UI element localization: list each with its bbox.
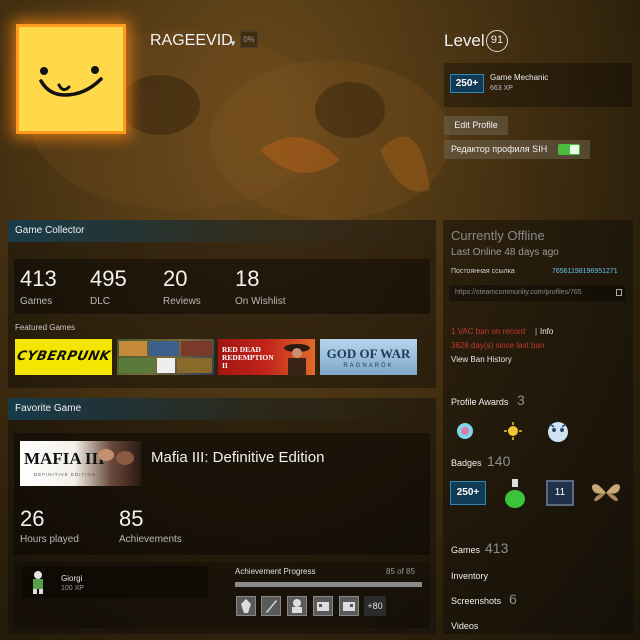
- dlc-label: DLC: [90, 296, 111, 307]
- level-badge[interactable]: 91: [486, 30, 508, 52]
- achievement-progress-count: 85 of 85: [386, 567, 415, 576]
- mafia-cover-subtitle: DEFINITIVE EDITION: [34, 472, 97, 477]
- achievement-thumb-icon[interactable]: [261, 596, 281, 616]
- hours-played-label: Hours played: [20, 534, 79, 545]
- steam-id-link[interactable]: 76561198196951271: [552, 268, 618, 275]
- games-label: Games: [20, 296, 53, 307]
- username[interactable]: RAGEEVID: [150, 32, 233, 50]
- mafia-3-cover[interactable]: MAFIA III DEFINITIVE EDITION: [20, 441, 141, 486]
- edit-profile-button[interactable]: Edit Profile: [444, 116, 508, 135]
- view-ban-history-link[interactable]: View Ban History: [451, 355, 512, 364]
- vac-ban-text: 1 VAC ban on record: [451, 327, 526, 336]
- dlc-count[interactable]: 495: [90, 266, 127, 292]
- award-sun-icon[interactable]: [503, 421, 523, 441]
- award-bubble-icon[interactable]: [455, 421, 475, 441]
- achievement-progress-label: Achievement Progress: [235, 567, 316, 576]
- featured-game-god-of-war[interactable]: GOD OF WAR RAGNARÖK: [320, 339, 417, 375]
- achievement-figure-icon: [33, 571, 43, 594]
- achievement-name: Giorgi: [61, 574, 83, 583]
- featured-game-cyberpunk[interactable]: CYBERPUNK: [15, 339, 112, 375]
- games-link[interactable]: Games: [451, 545, 480, 555]
- wishlist-count[interactable]: 18: [235, 266, 259, 292]
- chevron-down-icon[interactable]: ▼: [229, 39, 237, 48]
- vac-separator: |: [535, 327, 538, 336]
- profile-awards-count: 3: [517, 392, 525, 408]
- days-since-ban: 3628 day(s) since last ban: [451, 341, 545, 350]
- gta-v-collage-icon: [119, 341, 212, 373]
- profile-url-field[interactable]: https://steamcommunity.com/profiles/765: [449, 285, 625, 301]
- character-face-icon: [98, 449, 114, 461]
- achievement-progress-track: [235, 582, 422, 587]
- featured-games-label: Featured Games: [15, 323, 76, 332]
- copy-icon[interactable]: [616, 289, 622, 296]
- reviews-label: Reviews: [163, 296, 201, 307]
- favorite-game-title[interactable]: Mafia III: Definitive Edition: [151, 449, 324, 466]
- smiley-face-icon: [39, 66, 103, 97]
- achievement-thumb-icon[interactable]: [339, 596, 359, 616]
- badge-potion-icon[interactable]: [502, 477, 528, 509]
- badge-250-tile[interactable]: 250+: [450, 481, 486, 505]
- more-achievements-button[interactable]: +80: [364, 596, 386, 616]
- screenshots-link[interactable]: Screenshots: [451, 596, 501, 606]
- achievement-thumb-icon[interactable]: [236, 596, 256, 616]
- screenshots-count: 6: [509, 591, 517, 607]
- games-link-count: 413: [485, 540, 509, 556]
- featured-game-gta-v[interactable]: Grand Theft Auto V: [117, 339, 214, 375]
- inventory-link[interactable]: Inventory: [451, 571, 488, 581]
- profile-awards-label[interactable]: Profile Awards: [451, 397, 508, 407]
- badge-butterfly-icon[interactable]: [590, 480, 622, 506]
- game-collector-header: Game Collector: [8, 220, 436, 242]
- game-mechanic-badge-icon: 250+: [450, 74, 484, 93]
- percent-badge: 0%: [240, 31, 258, 48]
- mafia-cover-title: MAFIA III: [24, 449, 105, 468]
- character-face-icon: [116, 451, 134, 465]
- god-of-war-logo: GOD OF WAR: [326, 346, 411, 361]
- favorite-game-header: Favorite Game: [8, 398, 436, 420]
- badges-count: 140: [487, 453, 511, 469]
- toggle-knob: [570, 145, 579, 154]
- achievement-thumb-icon[interactable]: [287, 596, 307, 616]
- videos-link[interactable]: Videos: [451, 621, 478, 631]
- wishlist-label: On Wishlist: [235, 296, 286, 307]
- achievement-xp: 100 XP: [61, 585, 84, 592]
- rdr2-logo: RED DEAD REDEMPTION II: [222, 345, 274, 370]
- ban-info-link[interactable]: Info: [540, 327, 553, 336]
- badge-xp: 663 XP: [490, 85, 513, 92]
- avatar[interactable]: [16, 24, 126, 134]
- ragnarok-subtitle: RAGNARÖK: [343, 363, 394, 369]
- stats-box: [14, 259, 430, 314]
- hours-played-value: 26: [20, 506, 45, 531]
- reviews-count[interactable]: 20: [163, 266, 187, 292]
- badge-11-tile[interactable]: 11: [546, 480, 574, 506]
- last-online: Last Online 48 days ago: [451, 247, 559, 258]
- badge-name: Game Mechanic: [490, 73, 549, 82]
- badges-label[interactable]: Badges: [451, 458, 482, 468]
- achievements-label: Achievements: [119, 534, 182, 545]
- games-count[interactable]: 413: [20, 266, 57, 292]
- level-label: Level: [444, 31, 485, 50]
- achievements-value[interactable]: 85: [119, 506, 143, 532]
- award-tiger-icon[interactable]: [545, 418, 571, 444]
- online-status: Currently Offline: [451, 228, 545, 243]
- achievement-progress-fill: [235, 582, 422, 587]
- featured-achievement[interactable]: [22, 566, 208, 598]
- achievement-thumb-icon[interactable]: [313, 596, 333, 616]
- featured-game-rdr2[interactable]: RED DEAD REDEMPTION II: [218, 339, 315, 375]
- cyberpunk-logo: CYBERPUNK: [15, 349, 112, 364]
- cowboy-figure-icon: [284, 344, 310, 375]
- permalink-label: Постоянная ссылка: [451, 268, 515, 275]
